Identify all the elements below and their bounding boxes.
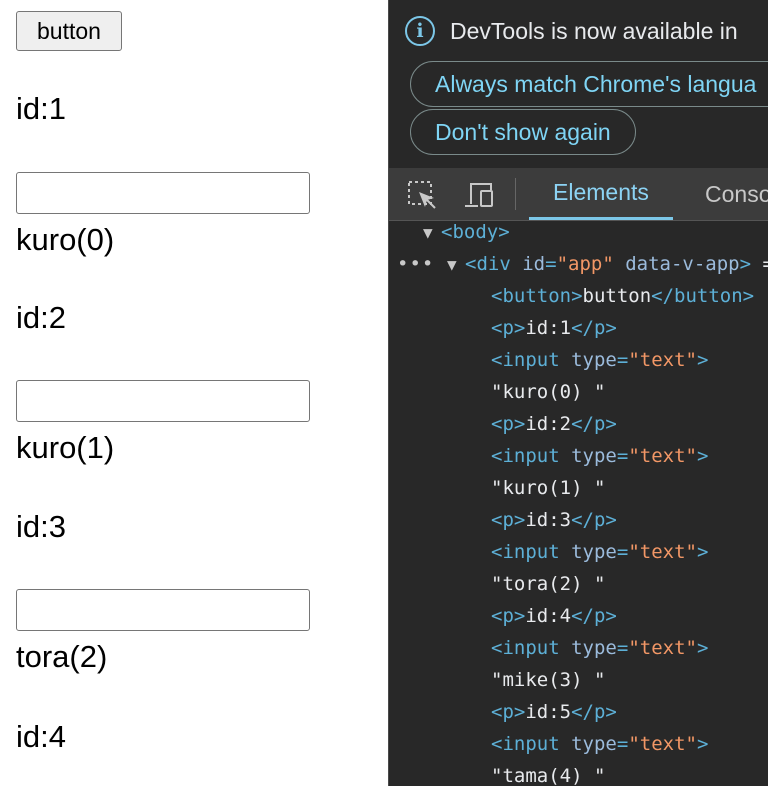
always-match-language-button[interactable]: Always match Chrome's langua bbox=[410, 61, 768, 107]
id-label-2: id:2 bbox=[16, 300, 66, 335]
notice-text: DevTools is now available in bbox=[450, 17, 738, 44]
name-label-3: tora(2) bbox=[16, 639, 108, 674]
tree-text-node[interactable]: "tora(2) " bbox=[491, 568, 605, 600]
tree-node-input[interactable]: <input type="text"> bbox=[491, 632, 708, 664]
tree-node-input[interactable]: <input type="text"> bbox=[491, 728, 708, 760]
toolbar-divider bbox=[515, 178, 516, 210]
id-label-4: id:4 bbox=[16, 719, 66, 754]
tree-node-p[interactable]: <p>id:1</p> bbox=[491, 312, 617, 344]
tree-node-p[interactable]: <p>id:5</p> bbox=[491, 696, 617, 728]
tree-node-div-app[interactable]: ••• ▼<div id="app" data-v-app> == bbox=[389, 248, 768, 280]
dont-show-again-button[interactable]: Don't show again bbox=[410, 109, 636, 155]
info-icon: i bbox=[405, 16, 435, 46]
text-input-2[interactable] bbox=[16, 380, 310, 422]
device-toolbar-icon[interactable] bbox=[463, 180, 495, 210]
id-label-3: id:3 bbox=[16, 509, 66, 544]
tab-console[interactable]: Conso bbox=[705, 168, 768, 220]
tree-node-p[interactable]: <p>id:4</p> bbox=[491, 600, 617, 632]
tree-node-input[interactable]: <input type="text"> bbox=[491, 344, 708, 376]
expand-triangle-icon[interactable]: ▼ bbox=[423, 217, 441, 249]
devtools-notice: i DevTools is now available in bbox=[405, 14, 738, 48]
tree-node-p[interactable]: <p>id:3</p> bbox=[491, 504, 617, 536]
devtools-toolbar: Elements Conso bbox=[389, 168, 768, 221]
tree-node-body[interactable]: ▼ <body> bbox=[423, 216, 510, 248]
devtools-panel: i DevTools is now available in Always ma… bbox=[388, 0, 768, 786]
tab-elements[interactable]: Elements bbox=[529, 168, 673, 220]
tree-node-button[interactable]: <button>button</button> bbox=[491, 280, 754, 312]
tree-text-node[interactable]: "tama(4) " bbox=[491, 760, 605, 786]
text-input-1[interactable] bbox=[16, 172, 310, 214]
name-label-2: kuro(1) bbox=[16, 430, 115, 465]
tree-node-input[interactable]: <input type="text"> bbox=[491, 536, 708, 568]
inspect-element-icon[interactable] bbox=[407, 180, 437, 210]
tree-text-node[interactable]: "mike(3) " bbox=[491, 664, 605, 696]
page-content: button id:1 kuro(0) id:2 kuro(1) id:3 to… bbox=[0, 0, 388, 786]
page-button[interactable]: button bbox=[16, 11, 122, 51]
tree-text-node[interactable]: "kuro(0) " bbox=[491, 376, 605, 408]
more-options-icon[interactable]: ••• bbox=[397, 248, 434, 280]
text-input-3[interactable] bbox=[16, 589, 310, 631]
tree-node-input[interactable]: <input type="text"> bbox=[491, 440, 708, 472]
expand-triangle-icon[interactable]: ▼ bbox=[447, 249, 465, 281]
tree-node-p[interactable]: <p>id:2</p> bbox=[491, 408, 617, 440]
name-label-1: kuro(0) bbox=[16, 222, 115, 257]
id-label-1: id:1 bbox=[16, 91, 66, 126]
tree-text-node[interactable]: "kuro(1) " bbox=[491, 472, 605, 504]
